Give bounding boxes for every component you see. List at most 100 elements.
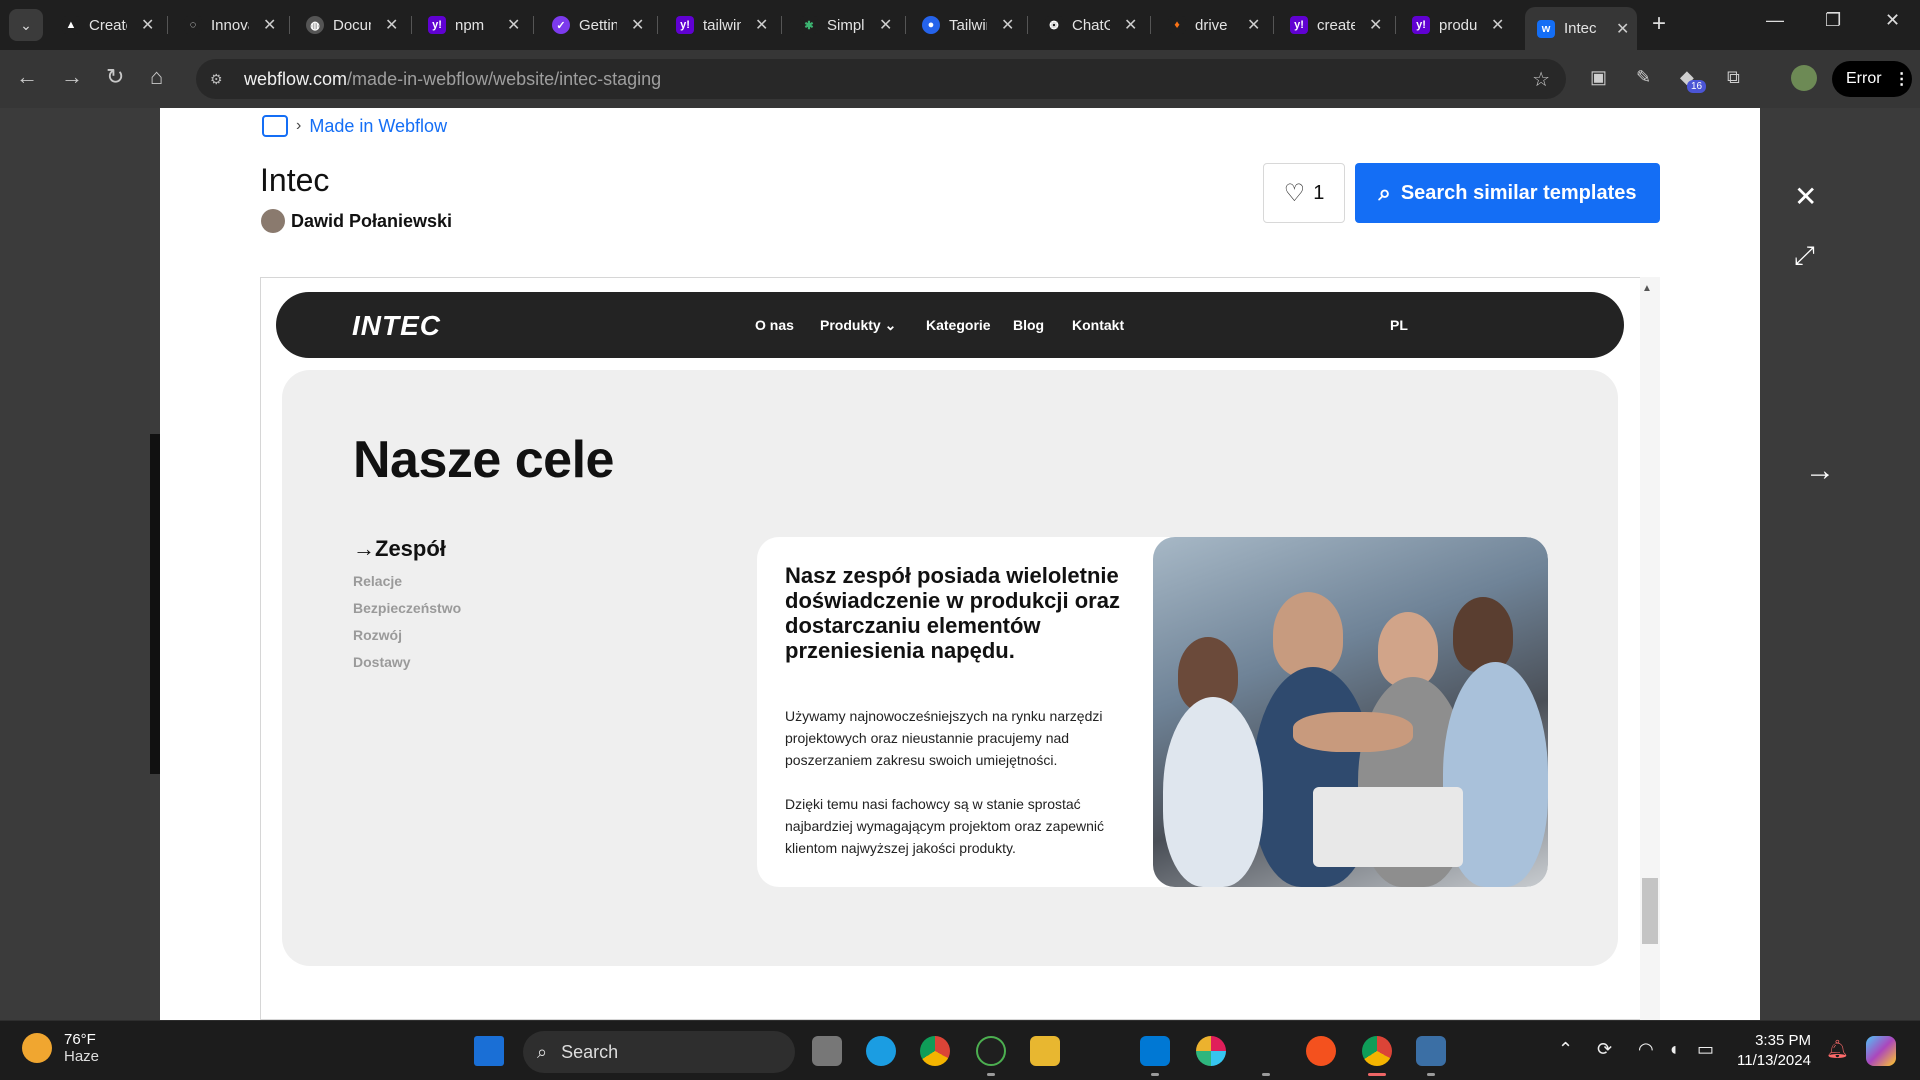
sync-icon[interactable]: ⟳ <box>1597 1039 1612 1060</box>
nav-link-o-nas[interactable]: O nas <box>755 317 794 333</box>
site-navbar: INTEC O nas Produkty ⌄ Kategorie Blog Ko… <box>276 292 1624 358</box>
nav-link-kategorie[interactable]: Kategorie <box>926 317 991 333</box>
close-tab-icon[interactable]: ✕ <box>631 15 644 35</box>
task-view-icon[interactable] <box>812 1036 842 1066</box>
notification-bell-icon[interactable]: 🔔︎ <box>1826 1039 1849 1060</box>
tab-title: drive <box>1195 16 1228 34</box>
new-tab-button[interactable]: + <box>1652 10 1666 38</box>
volume-icon[interactable]: ◖ <box>1668 1039 1679 1060</box>
bookmark-star-icon[interactable]: ☆ <box>1532 67 1550 92</box>
search-similar-templates-button[interactable]: ⌕ Search similar templates <box>1355 163 1660 223</box>
like-button[interactable]: ♡ 1 <box>1263 163 1345 223</box>
extension-badge-count: 16 <box>1687 80 1707 93</box>
tab-strip: ⌄ ▲ Create ✕ ◌ Innovate ✕ ◍ Documentatio… <box>0 0 1920 50</box>
weather-widget[interactable]: 76°F Haze <box>22 1031 99 1065</box>
tray-overflow-icon[interactable]: ⌃ <box>1558 1039 1573 1060</box>
close-tab-icon[interactable]: ✕ <box>385 15 398 35</box>
site-preview-frame[interactable]: INTEC O nas Produkty ⌄ Kategorie Blog Ko… <box>260 277 1660 1020</box>
mongodb-icon[interactable] <box>976 1036 1006 1066</box>
goal-tab-bezpieczenstwo[interactable]: Bezpieczeństwo <box>353 600 461 616</box>
scrollbar-thumb[interactable] <box>1642 878 1658 944</box>
tab-2[interactable]: ◌ Innovate ✕ <box>184 9 291 41</box>
tab-4[interactable]: y! npm ✕ <box>428 9 535 41</box>
minimize-icon[interactable]: — <box>1766 10 1784 31</box>
eyedropper-icon[interactable]: ✎ <box>1636 67 1651 88</box>
search-similar-label: Search similar templates <box>1400 181 1637 204</box>
close-tab-icon[interactable]: ✕ <box>263 15 276 35</box>
tab-8[interactable]: ● Tailwind ✕ <box>922 9 1029 41</box>
address-bar[interactable]: ⚙ webflow.com/made-in-webflow/website/in… <box>196 59 1566 99</box>
goal-tab-active[interactable]: →Zespół <box>353 536 446 562</box>
chrome-active-icon[interactable] <box>1362 1036 1392 1066</box>
close-tab-icon[interactable]: ✕ <box>1369 15 1382 35</box>
scroll-up-icon[interactable]: ▲ <box>1642 283 1652 294</box>
restore-icon[interactable]: ❐ <box>1825 10 1841 31</box>
tab-1[interactable]: ▲ Create ✕ <box>62 9 169 41</box>
battery-icon[interactable]: ▭ <box>1697 1039 1714 1060</box>
goal-tab-dostawy[interactable]: Dostawy <box>353 654 411 670</box>
forward-icon[interactable]: → <box>61 64 83 90</box>
site-info-icon[interactable]: ⚙ <box>210 71 230 88</box>
close-icon[interactable]: ✕ <box>1794 180 1817 213</box>
tab-5[interactable]: ✓ Getting ✕ <box>552 9 659 41</box>
goal-tab-rozwoj[interactable]: Rozwój <box>353 627 402 643</box>
tab-10[interactable]: ♦ drive ✕ <box>1168 9 1275 41</box>
close-tab-icon[interactable]: ✕ <box>1124 15 1137 35</box>
close-tab-icon[interactable]: ✕ <box>879 15 892 35</box>
more-menu-icon[interactable]: ⋮ <box>1894 69 1910 89</box>
profile-error-label: Error <box>1846 70 1882 87</box>
wifi-icon[interactable]: ◠ <box>1638 1039 1654 1060</box>
author-name[interactable]: Dawid Połaniewski <box>291 211 452 232</box>
close-tab-icon[interactable]: ✕ <box>507 15 520 35</box>
close-tab-icon[interactable]: ✕ <box>755 15 768 35</box>
tab-12[interactable]: y! products ✕ <box>1412 9 1504 41</box>
weather-condition: Haze <box>64 1048 100 1065</box>
goal-tab-relacje[interactable]: Relacje <box>353 573 402 589</box>
file-explorer-icon[interactable] <box>1030 1036 1060 1066</box>
breadcrumb-link[interactable]: Made in Webflow <box>309 116 447 137</box>
tab-3[interactable]: ◍ Documentation ✕ <box>306 9 413 41</box>
nav-link-kontakt[interactable]: Kontakt <box>1072 317 1124 333</box>
circle-icon: ● <box>922 16 940 34</box>
tab-9[interactable]: ❂ ChatGPT ✕ <box>1045 9 1152 41</box>
system-clock[interactable]: 3:35 PM 11/13/2024 <box>1737 1031 1811 1071</box>
tab-title: create <box>1317 16 1355 34</box>
taskbar-search[interactable]: ⌕ Search <box>523 1031 795 1073</box>
tab-11[interactable]: y! create ✕ <box>1290 9 1397 41</box>
close-tab-icon[interactable]: ✕ <box>1247 15 1260 35</box>
store-icon[interactable] <box>262 115 288 137</box>
intec-logo[interactable]: INTEC <box>352 310 441 342</box>
author[interactable]: Dawid Połaniewski <box>261 209 452 233</box>
chrome-icon[interactable] <box>920 1036 950 1066</box>
slack-icon[interactable] <box>1196 1036 1226 1066</box>
tab-13-active[interactable]: w Intec ✕ <box>1525 7 1637 50</box>
close-tab-icon[interactable]: ✕ <box>1491 15 1504 35</box>
expand-icon[interactable]: ⤢ <box>1794 240 1815 272</box>
back-icon[interactable]: ← <box>16 64 38 90</box>
tab-search-button[interactable]: ⌄ <box>9 9 43 41</box>
close-window-icon[interactable]: ✕ <box>1885 10 1900 31</box>
nav-link-produkty[interactable]: Produkty ⌄ <box>820 317 896 334</box>
close-tab-icon[interactable]: ✕ <box>1001 15 1014 35</box>
close-tab-icon[interactable]: ✕ <box>141 15 154 35</box>
reload-icon[interactable]: ↻ <box>106 64 124 90</box>
windows-start-icon[interactable] <box>474 1036 504 1066</box>
card-paragraph-2: Dzięki temu nasi fachowcy są w stanie sp… <box>785 796 1105 856</box>
profile-avatar[interactable] <box>1791 65 1817 91</box>
home-icon[interactable]: ⌂ <box>150 64 163 90</box>
extension-icon[interactable]: ▣ <box>1590 67 1607 88</box>
next-arrow-icon[interactable]: → <box>1805 454 1835 488</box>
profile-error-button[interactable]: Error ⋮ <box>1832 61 1912 97</box>
tab-7[interactable]: ✱ Simple ✕ <box>800 9 907 41</box>
nav-link-blog[interactable]: Blog <box>1013 317 1044 333</box>
edge-icon[interactable] <box>866 1036 896 1066</box>
clock-time: 3:35 PM <box>1755 1032 1811 1049</box>
vscode-icon[interactable] <box>1140 1036 1170 1066</box>
close-tab-icon[interactable]: ✕ <box>1616 19 1629 39</box>
postman-icon[interactable] <box>1306 1036 1336 1066</box>
postgres-icon[interactable] <box>1416 1036 1446 1066</box>
tab-6[interactable]: y! tailwind ✕ <box>676 9 783 41</box>
language-switch[interactable]: PL <box>1390 317 1408 333</box>
puzzle-icon[interactable]: ⧉ <box>1727 67 1740 88</box>
copilot-icon[interactable] <box>1866 1036 1896 1066</box>
